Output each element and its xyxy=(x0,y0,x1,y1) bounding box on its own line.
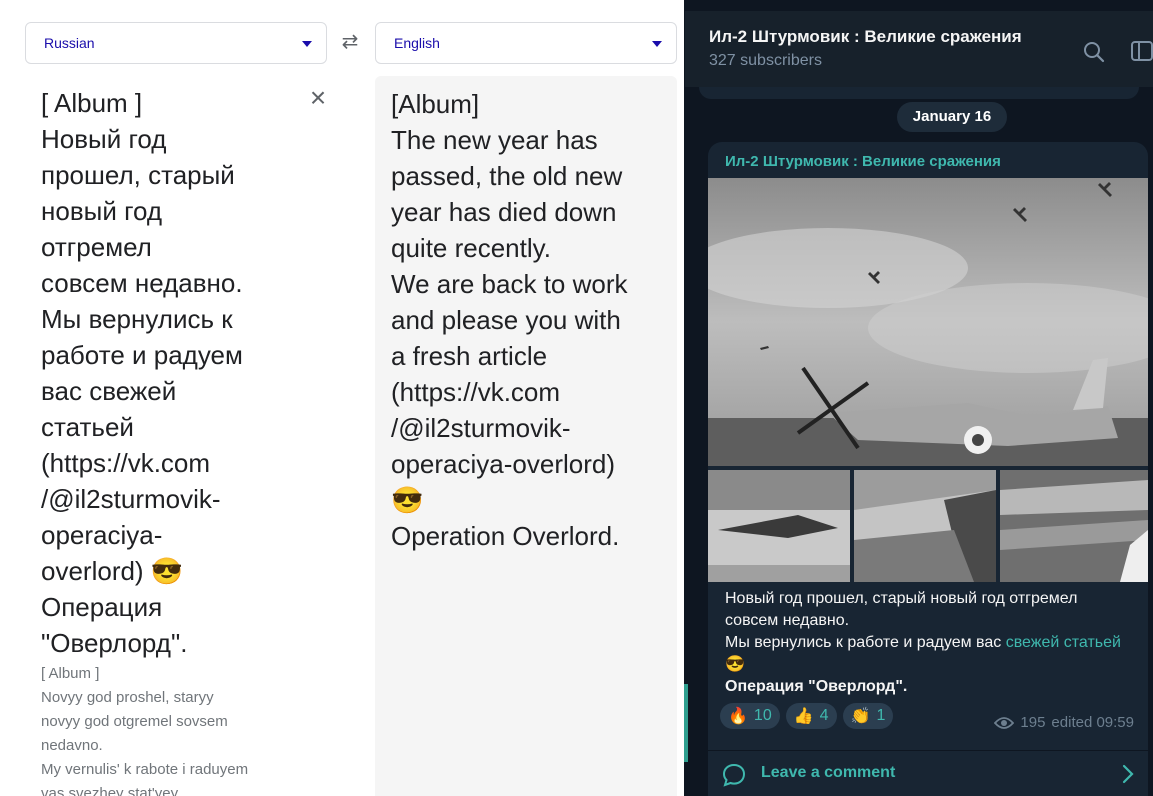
article-link[interactable]: свежей статьей xyxy=(1006,634,1121,651)
sunglasses-emoji-icon: 😎 xyxy=(391,485,424,515)
dropdown-caret-icon xyxy=(652,41,662,47)
reaction-count: 4 xyxy=(819,707,829,724)
source-language-label: Russian xyxy=(44,35,95,51)
message-line-2: Мы вернулись к работе и радуем вас свеже… xyxy=(725,632,1125,676)
clap-icon: 👏 xyxy=(850,708,871,725)
sidebar-toggle-icon[interactable] xyxy=(1131,41,1153,61)
search-icon[interactable] xyxy=(1083,41,1105,63)
thumbs-up-icon: 👍 xyxy=(793,708,814,725)
fire-icon: 🔥 xyxy=(728,708,748,725)
reaction-count: 1 xyxy=(876,707,886,724)
message-text: Новый год прошел, старый новый год отгре… xyxy=(725,588,1125,698)
reaction-count: 10 xyxy=(753,707,772,724)
message-line-3: Операция "Оверлорд". xyxy=(725,676,1125,698)
reaction-thumbs-up[interactable]: 👍 4 xyxy=(785,703,837,729)
transliteration: [ Album ] Novyy god proshel, staryy novy… xyxy=(41,665,249,796)
album-photo-3[interactable] xyxy=(854,470,996,582)
message-line-1: Новый год прошел, старый новый год отгре… xyxy=(725,590,1078,629)
edited-time: edited 09:59 xyxy=(1051,714,1134,731)
swap-languages-icon[interactable]: ⇄ xyxy=(338,30,362,54)
message-bubble[interactable]: Ил-2 Штурмовик : Великие сражения Новый … xyxy=(708,142,1148,796)
album-photo-2[interactable] xyxy=(708,470,850,582)
translation-text-body: [Album] The new year has passed, the old… xyxy=(391,89,628,479)
translate-pane: Russian ⇄ English [ Album ] Новый год пр… xyxy=(0,0,684,796)
clear-text-icon[interactable]: × xyxy=(307,84,329,112)
dropdown-caret-icon xyxy=(302,41,312,47)
reaction-fire[interactable]: 🔥 10 xyxy=(720,703,780,729)
translation-text-tail: Operation Overlord. xyxy=(391,521,620,551)
eye-icon xyxy=(994,716,1015,729)
leave-comment-button[interactable]: Leave a comment xyxy=(708,750,1148,796)
chevron-right-icon xyxy=(1122,764,1134,784)
previous-message-bubble xyxy=(699,87,1139,99)
sunglasses-emoji-icon: 😎 xyxy=(725,656,745,673)
telegram-chat: Ил-2 Штурмовик : Великие сражения 327 su… xyxy=(685,11,1153,796)
sunglasses-emoji-icon: 😎 xyxy=(150,556,184,586)
view-count: 195 xyxy=(1020,714,1046,731)
screen: Russian ⇄ English [ Album ] Новый год пр… xyxy=(0,0,1153,796)
channel-title[interactable]: Ил-2 Штурмовик : Великие сражения xyxy=(709,27,1022,47)
translation-output-area: [Album] The new year has passed, the old… xyxy=(375,76,677,796)
telegram-window: Ил-2 Штурмовик : Великие сражения 327 su… xyxy=(684,0,1153,796)
date-separator: January 16 xyxy=(897,102,1007,132)
source-language-select[interactable]: Russian xyxy=(25,22,327,64)
album-photo-main[interactable] xyxy=(708,178,1148,466)
reaction-clap[interactable]: 👏 1 xyxy=(842,703,894,729)
subscriber-count: 327 subscribers xyxy=(709,52,822,69)
source-text-body: [ Album ] Новый год прошел, старый новый… xyxy=(41,88,243,586)
reactions-bar: 🔥 10 👍 4 👏 1 xyxy=(720,703,894,729)
message-author[interactable]: Ил-2 Штурмовик : Великие сражения xyxy=(725,153,1001,170)
target-language-label: English xyxy=(394,35,440,51)
message-meta: 195 edited 09:59 xyxy=(994,714,1134,731)
chat-header[interactable]: Ил-2 Штурмовик : Великие сражения 327 su… xyxy=(685,11,1153,87)
leave-comment-label: Leave a comment xyxy=(761,764,896,781)
album-photo-4[interactable] xyxy=(1000,470,1148,582)
message-bold-text: Операция "Оверлорд". xyxy=(725,678,908,695)
comment-bubble-icon xyxy=(722,763,746,787)
target-language-select[interactable]: English xyxy=(375,22,677,64)
message-line-2-text: Мы вернулись к работе и радуем вас xyxy=(725,634,1006,651)
scroll-accent-bar xyxy=(684,684,688,762)
translation-text: [Album] The new year has passed, the old… xyxy=(391,86,661,554)
source-text-tail: Операция "Оверлорд". xyxy=(41,592,188,658)
source-text[interactable]: [ Album ] Новый год прошел, старый новый… xyxy=(41,85,281,661)
